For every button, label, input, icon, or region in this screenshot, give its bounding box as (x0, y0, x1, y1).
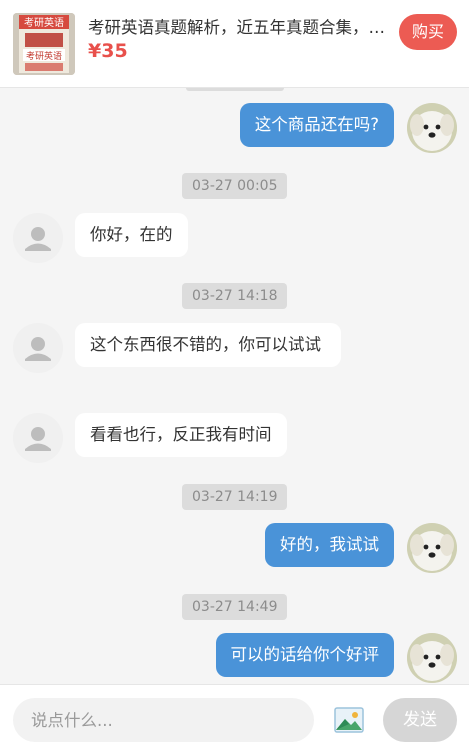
product-title[interactable]: 考研英语真题解析，近五年真题合集，99新 (88, 14, 388, 38)
buy-button[interactable]: 购买 (399, 14, 457, 50)
message-bubble-outgoing: 这个商品还在吗? (239, 103, 394, 147)
timestamp: 03-27 14:49 (182, 594, 288, 620)
svg-text:考研英语: 考研英语 (24, 16, 64, 29)
dog-avatar-icon (407, 103, 457, 153)
my-avatar[interactable] (407, 633, 457, 683)
input-bar: 发送 (0, 684, 469, 754)
dog-avatar-icon (407, 633, 457, 683)
image-icon[interactable] (334, 707, 364, 733)
my-avatar[interactable] (407, 523, 457, 573)
send-button[interactable]: 发送 (383, 698, 457, 742)
product-price: ¥35 (88, 40, 128, 62)
message-bubble-outgoing: 好的，我试试 (265, 523, 394, 567)
product-thumbnail[interactable]: 考研英语 考研英语 (13, 13, 75, 75)
message-bubble-outgoing: 可以的话给你个好评 (215, 633, 394, 677)
peer-avatar[interactable] (13, 213, 63, 263)
timestamp: 03-27 14:19 (182, 484, 288, 510)
timestamp: 03-27 14:18 (182, 283, 288, 309)
message-input[interactable] (13, 698, 314, 742)
message-bubble-incoming: 看看也行，反正我有时间 (75, 413, 287, 457)
message-bubble-incoming: 这个东西很不错的，你可以试试 (75, 323, 341, 367)
my-avatar[interactable] (407, 103, 457, 153)
person-placeholder-icon (25, 337, 51, 361)
message-bubble-incoming: 你好，在的 (75, 213, 188, 257)
peer-avatar[interactable] (13, 323, 63, 373)
timestamp: 03-27 00:05 (182, 173, 288, 199)
peer-avatar[interactable] (13, 413, 63, 463)
person-placeholder-icon (25, 427, 51, 451)
dog-avatar-icon (407, 523, 457, 573)
timestamp-partial (186, 88, 284, 91)
product-bar[interactable]: 考研英语 考研英语 考研英语真题解析，近五年真题合集，99新 ¥35 购买 (0, 0, 469, 88)
svg-text:考研英语: 考研英语 (26, 50, 62, 62)
person-placeholder-icon (25, 227, 51, 251)
